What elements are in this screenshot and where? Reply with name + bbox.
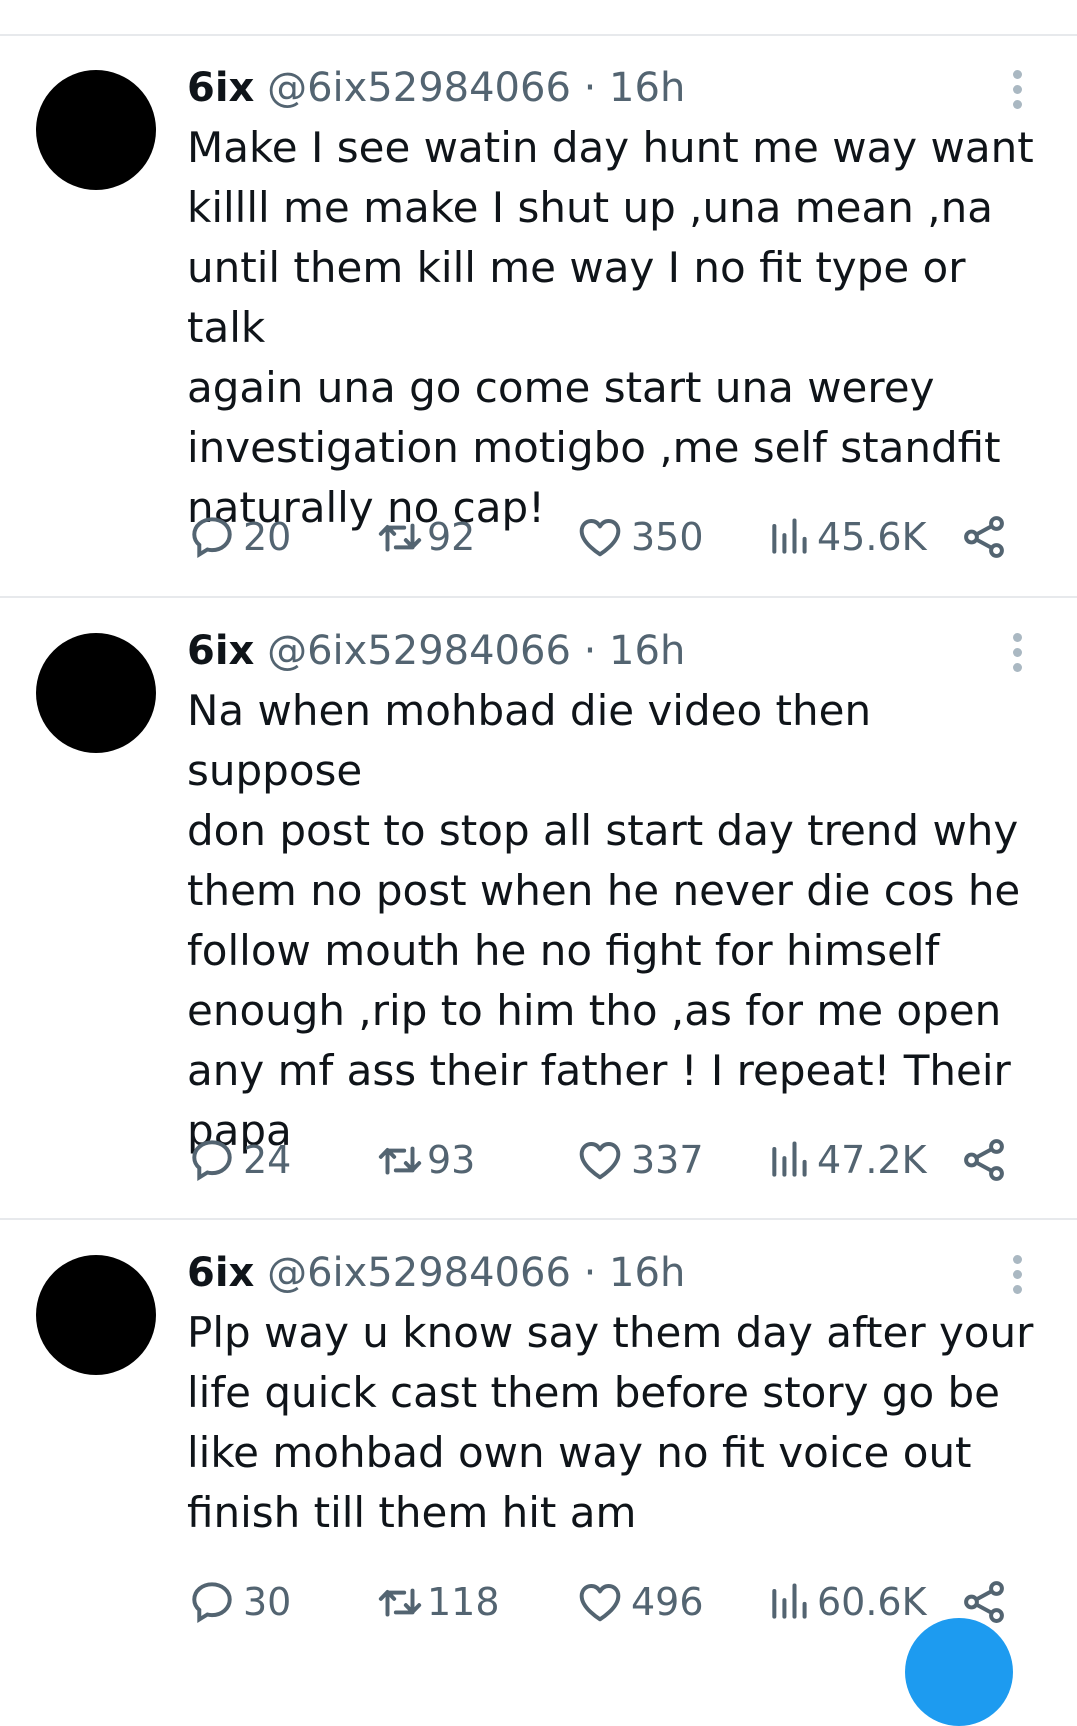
divider-top xyxy=(0,34,1077,36)
author-name[interactable]: 6ix xyxy=(187,628,254,674)
heart-icon xyxy=(579,1583,621,1622)
share-button[interactable] xyxy=(959,512,1009,562)
author-handle[interactable]: @6ix52984066 xyxy=(267,65,571,111)
views-icon xyxy=(772,518,807,554)
like-count: 337 xyxy=(631,1138,704,1182)
tweet-header: 6ix @6ix52984066 · 16h xyxy=(187,627,685,675)
timestamp[interactable]: 16h xyxy=(609,1250,685,1296)
tweet-text: Make I see watin day hunt me way want ki… xyxy=(187,123,1034,532)
like-count: 496 xyxy=(631,1580,704,1624)
compose-fab-button[interactable] xyxy=(905,1618,1013,1726)
separator: · xyxy=(570,65,610,111)
separator: · xyxy=(570,628,610,674)
views-button[interactable]: 47.2K xyxy=(767,1135,927,1185)
action-bar: 30 118 496 60.6K xyxy=(187,1577,1017,1627)
author-name[interactable]: 6ix xyxy=(187,1250,254,1296)
action-bar: 24 93 337 47.2K xyxy=(187,1135,1017,1185)
views-icon xyxy=(772,1141,807,1177)
repost-button[interactable]: 118 xyxy=(375,1577,500,1627)
views-icon xyxy=(772,1583,807,1619)
share-icon xyxy=(964,1139,1004,1181)
tweet-header: 6ix @6ix52984066 · 16h xyxy=(187,1249,685,1297)
reply-count: 20 xyxy=(243,515,292,559)
repost-count: 118 xyxy=(427,1580,500,1624)
heart-icon xyxy=(579,518,621,557)
like-button[interactable]: 350 xyxy=(575,512,704,562)
reply-count: 24 xyxy=(243,1138,292,1182)
repost-button[interactable]: 92 xyxy=(375,512,475,562)
avatar[interactable] xyxy=(36,70,156,190)
like-button[interactable]: 337 xyxy=(575,1135,704,1185)
author-handle[interactable]: @6ix52984066 xyxy=(267,628,571,674)
like-button[interactable]: 496 xyxy=(575,1577,704,1627)
avatar[interactable] xyxy=(36,1255,156,1375)
reply-count: 30 xyxy=(243,1580,292,1624)
reply-button[interactable]: 20 xyxy=(187,512,291,562)
reply-button[interactable]: 30 xyxy=(187,1577,291,1627)
views-button[interactable]: 60.6K xyxy=(767,1577,927,1627)
repost-icon xyxy=(378,1588,422,1617)
views-count: 47.2K xyxy=(817,1138,927,1182)
more-vertical-icon[interactable] xyxy=(1011,1255,1023,1300)
reply-icon xyxy=(192,1582,232,1624)
repost-button[interactable]: 93 xyxy=(375,1135,475,1185)
views-count: 45.6K xyxy=(817,515,927,559)
tweet-text: Na when mohbad die video then suppose do… xyxy=(187,686,1021,1155)
more-vertical-icon[interactable] xyxy=(1011,70,1023,115)
reply-button[interactable]: 24 xyxy=(187,1135,291,1185)
separator: · xyxy=(570,1250,610,1296)
repost-icon xyxy=(378,1146,422,1175)
share-button[interactable] xyxy=(959,1135,1009,1185)
share-icon xyxy=(964,516,1004,558)
like-count: 350 xyxy=(631,515,704,559)
divider xyxy=(0,596,1077,598)
author-name[interactable]: 6ix xyxy=(187,65,254,111)
action-bar: 20 92 350 45.6K xyxy=(187,512,1017,562)
timestamp[interactable]: 16h xyxy=(609,65,685,111)
repost-count: 93 xyxy=(427,1138,476,1182)
tweet-text: Plp way u know say them day after your l… xyxy=(187,1308,1034,1537)
heart-icon xyxy=(579,1141,621,1180)
divider xyxy=(0,1218,1077,1220)
more-vertical-icon[interactable] xyxy=(1011,633,1023,678)
avatar[interactable] xyxy=(36,633,156,753)
views-count: 60.6K xyxy=(817,1580,927,1624)
reply-icon xyxy=(192,1140,232,1182)
repost-count: 92 xyxy=(427,515,476,559)
views-button[interactable]: 45.6K xyxy=(767,512,927,562)
tweet-header: 6ix @6ix52984066 · 16h xyxy=(187,64,685,112)
repost-icon xyxy=(378,523,422,552)
reply-icon xyxy=(192,517,232,559)
timestamp[interactable]: 16h xyxy=(609,628,685,674)
author-handle[interactable]: @6ix52984066 xyxy=(267,1250,571,1296)
